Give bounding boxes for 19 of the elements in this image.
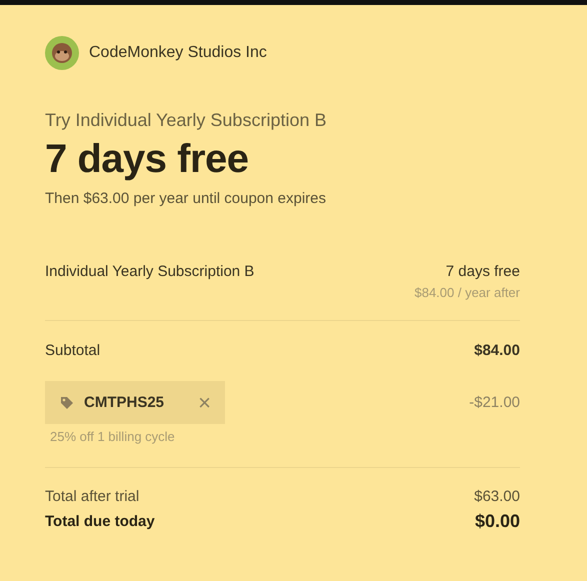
- offer-headline: 7 days free: [45, 137, 250, 182]
- offer-note: Then $63.00 per year until coupon expires: [45, 190, 328, 207]
- discount-amount: -$21.00: [469, 394, 520, 411]
- remove-coupon-button[interactable]: ×: [198, 390, 211, 416]
- merchant-name: CodeMonkey Studios Inc: [89, 44, 267, 62]
- line-item-price: 7 days free: [446, 263, 520, 280]
- tag-icon: [60, 396, 74, 410]
- total-label: Total due today: [45, 513, 155, 530]
- subtotal-amount: $84.00: [474, 342, 520, 359]
- subtotal-label: Subtotal: [45, 342, 100, 359]
- line-item-name: Individual Yearly Subscription B: [45, 263, 254, 280]
- coupon-description: 25% off 1 billing cycle: [49, 429, 176, 444]
- total-label: Total after trial: [45, 488, 140, 505]
- total-amount: $63.00: [474, 488, 520, 505]
- monkey-logo-icon: [45, 36, 79, 70]
- total-amount: $0.00: [474, 511, 520, 532]
- offer-title: Try Individual Yearly Subscription B: [45, 110, 328, 131]
- coupon-code: CMTPHS25: [84, 394, 164, 411]
- line-item-renewal: $84.00 / year after: [414, 285, 520, 300]
